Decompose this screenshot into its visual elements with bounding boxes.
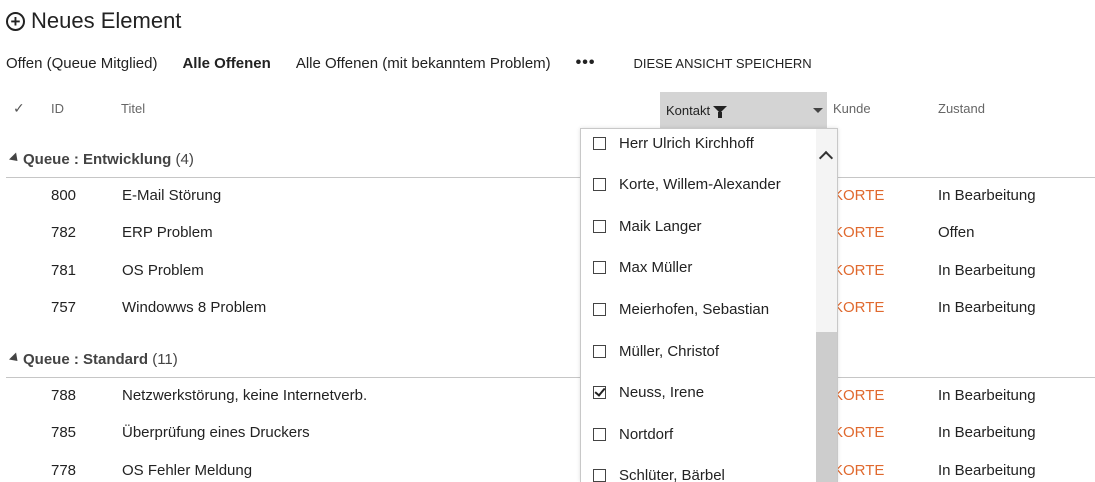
- checkbox[interactable]: [593, 344, 606, 358]
- new-item-button[interactable]: + Neues Element: [6, 7, 181, 35]
- filter-option-neuss[interactable]: Neuss, Irene: [593, 381, 704, 403]
- filter-option-nortdorf[interactable]: Nortdorf: [593, 423, 673, 445]
- group-count: (4): [175, 151, 194, 168]
- filter-option-kirchhoff[interactable]: Herr Ulrich Kirchhoff: [593, 132, 754, 154]
- column-header-customer[interactable]: Kunde: [833, 101, 871, 116]
- view-tab-alle-offenen-problem[interactable]: Alle Offenen (mit bekanntem Problem): [296, 55, 551, 72]
- row-customer[interactable]: KORTE: [833, 299, 884, 316]
- group-name: Queue : Standard: [23, 351, 149, 368]
- filter-option-label: Max Müller: [619, 258, 693, 276]
- row-id: 782: [51, 224, 77, 241]
- row-title[interactable]: Überprüfung eines Druckers: [122, 424, 310, 441]
- row-customer[interactable]: KORTE: [833, 187, 884, 204]
- row-id: 781: [51, 262, 77, 279]
- checkbox[interactable]: [593, 177, 606, 191]
- row-id: 785: [51, 424, 77, 441]
- row-title[interactable]: ERP Problem: [122, 224, 213, 241]
- row-state: In Bearbeitung: [938, 462, 1036, 479]
- collapse-triangle-icon[interactable]: [8, 152, 22, 165]
- checkbox[interactable]: [593, 427, 606, 441]
- filter-option-label: Herr Ulrich Kirchhoff: [619, 134, 754, 152]
- row-customer[interactable]: KORTE: [833, 224, 884, 241]
- filter-option-label: Korte, Willem-Alexander: [619, 175, 781, 193]
- checkbox[interactable]: [593, 136, 606, 150]
- column-header-contact[interactable]: Kontakt: [660, 92, 827, 128]
- new-item-label: Neues Element: [31, 8, 182, 33]
- group-divider: [6, 377, 1095, 378]
- row-id: 800: [51, 187, 77, 204]
- row-state: Offen: [938, 224, 975, 241]
- row-title[interactable]: E-Mail Störung: [122, 187, 221, 204]
- filter-option-langer[interactable]: Maik Langer: [593, 215, 702, 237]
- row-state: In Bearbeitung: [938, 387, 1036, 404]
- filter-option-label: Meierhofen, Sebastian: [619, 300, 770, 318]
- row-id: 778: [51, 462, 77, 479]
- group-divider: [6, 177, 1095, 178]
- row-state: In Bearbeitung: [938, 187, 1036, 204]
- row-state: In Bearbeitung: [938, 299, 1036, 316]
- filter-option-label: Neuss, Irene: [619, 383, 705, 401]
- filter-icon: [713, 105, 728, 118]
- row-customer[interactable]: KORTE: [833, 262, 884, 279]
- row-title[interactable]: Netzwerkstörung, keine Internetverb.: [122, 387, 367, 404]
- row-customer[interactable]: KORTE: [833, 462, 884, 479]
- row-customer[interactable]: KORTE: [833, 387, 884, 404]
- view-tab-alle-offenen[interactable]: Alle Offenen: [182, 55, 270, 72]
- scrollbar-thumb[interactable]: [816, 332, 837, 482]
- collapse-triangle-icon[interactable]: [8, 352, 22, 365]
- row-title[interactable]: OS Problem: [122, 262, 204, 279]
- column-header-state[interactable]: Zustand: [938, 101, 985, 116]
- row-state: In Bearbeitung: [938, 424, 1036, 441]
- checkbox[interactable]: [593, 260, 606, 274]
- group-name: Queue : Entwicklung: [23, 151, 172, 168]
- filter-option-label: Müller, Christof: [619, 342, 720, 360]
- column-header-title[interactable]: Titel: [121, 101, 145, 116]
- filter-option-label: Schlüter, Bärbel: [619, 466, 725, 482]
- checkbox-checked[interactable]: [593, 385, 606, 399]
- filter-option-korte[interactable]: Korte, Willem-Alexander: [593, 173, 781, 195]
- checkbox[interactable]: [593, 468, 606, 482]
- filter-option-label: Nortdorf: [619, 425, 674, 443]
- view-tab-offen-queue[interactable]: Offen (Queue Mitglied): [6, 55, 157, 72]
- plus-circle-icon: +: [6, 11, 25, 31]
- chevron-down-icon[interactable]: [813, 108, 823, 113]
- filter-option-schlueter[interactable]: Schlüter, Bärbel: [593, 464, 725, 482]
- group-header-standard[interactable]: Queue : Standard (11): [8, 351, 178, 368]
- column-header-contact-label: Kontakt: [666, 102, 711, 118]
- view-selector: Offen (Queue Mitglied) Alle Offenen Alle…: [6, 53, 812, 73]
- filter-option-christof-mueller[interactable]: Müller, Christof: [593, 340, 719, 362]
- more-views-icon[interactable]: •••: [576, 54, 596, 72]
- row-title[interactable]: OS Fehler Meldung: [122, 462, 252, 479]
- select-all-check-icon[interactable]: ✓: [13, 100, 25, 117]
- row-id: 757: [51, 299, 77, 316]
- row-id: 788: [51, 387, 77, 404]
- row-state: In Bearbeitung: [938, 262, 1036, 279]
- row-title[interactable]: Windowws 8 Problem: [122, 299, 266, 316]
- row-customer[interactable]: KORTE: [833, 424, 884, 441]
- group-header-entwicklung[interactable]: Queue : Entwicklung (4): [8, 151, 194, 168]
- save-view-button[interactable]: DIESE ANSICHT SPEICHERN: [633, 56, 811, 71]
- column-header-id[interactable]: ID: [51, 101, 64, 116]
- group-count: (11): [152, 351, 178, 368]
- filter-option-max-mueller[interactable]: Max Müller: [593, 256, 692, 278]
- filter-option-meierhofen[interactable]: Meierhofen, Sebastian: [593, 298, 769, 320]
- checkbox[interactable]: [593, 219, 606, 233]
- contact-filter-dropdown[interactable]: Herr Ulrich Kirchhoff Korte, Willem-Alex…: [580, 128, 838, 482]
- filter-option-label: Maik Langer: [619, 217, 702, 235]
- checkbox[interactable]: [593, 302, 606, 316]
